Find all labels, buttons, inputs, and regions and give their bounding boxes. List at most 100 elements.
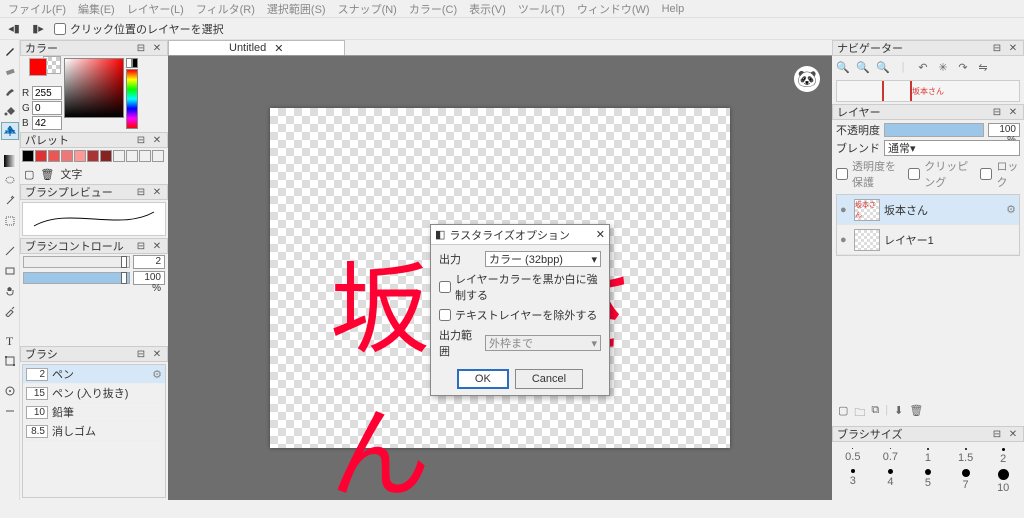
layer-item-1[interactable]: ● レイヤー1 <box>837 225 1019 255</box>
ok-button[interactable]: OK <box>457 369 509 389</box>
tool-shape[interactable] <box>1 262 19 280</box>
bsz-7[interactable]: 7 <box>951 469 981 494</box>
exclude-text-checkbox[interactable]: テキストレイヤーを除外する <box>439 307 601 323</box>
palette-swatch[interactable] <box>22 150 34 162</box>
menu-tool[interactable]: ツール(T) <box>514 0 569 18</box>
bsz-07[interactable]: 0.7 <box>876 448 906 465</box>
nav-fwd-icon[interactable]: ▮▸ <box>30 22 46 36</box>
palette-swatch[interactable] <box>48 150 60 162</box>
rotate-reset-icon[interactable]: ✳ <box>936 60 950 74</box>
menu-layer[interactable]: レイヤー(L) <box>123 0 188 18</box>
force-bw-checkbox[interactable]: レイヤーカラーを黒か白に強制する <box>439 271 601 303</box>
opacity-value[interactable]: 100 % <box>133 271 165 285</box>
bsz-3[interactable]: 3 <box>838 469 868 494</box>
bsz-15[interactable]: 1.5 <box>951 448 981 465</box>
brush-row-eraser[interactable]: 8.5 消しゴム <box>23 422 165 441</box>
trash-icon[interactable]: 🗑 <box>40 168 54 181</box>
bsz-10[interactable]: 10 <box>988 469 1018 494</box>
dialog-close-icon[interactable]: ✕ <box>596 228 605 241</box>
close-icon[interactable]: ✕ <box>1007 42 1019 54</box>
pin-icon[interactable]: ⊟ <box>135 240 147 252</box>
brush-size-num[interactable]: 10 <box>26 406 48 419</box>
pin-icon[interactable]: ⊟ <box>135 348 147 360</box>
tool-text[interactable]: T <box>1 332 19 350</box>
size-slider[interactable] <box>23 256 130 268</box>
palette-swatch-empty[interactable] <box>139 150 151 162</box>
menu-help[interactable]: Help <box>658 2 689 16</box>
layer-item-sakamoto[interactable]: ● 坂本さん 坂本さん ⚙ <box>837 195 1019 225</box>
close-icon[interactable]: ✕ <box>1007 428 1019 440</box>
tool-hand[interactable] <box>1 282 19 300</box>
tool-picker[interactable] <box>1 382 19 400</box>
close-icon[interactable]: ✕ <box>151 134 163 146</box>
tool-pen[interactable] <box>1 42 19 60</box>
palette-swatch[interactable] <box>61 150 73 162</box>
b-input[interactable] <box>32 116 62 130</box>
palette-swatch[interactable] <box>87 150 99 162</box>
opacity-val[interactable]: 100 % <box>988 123 1020 137</box>
trash-icon[interactable]: 🗑 <box>909 404 923 423</box>
brush-row-pen[interactable]: 2 ペン ⚙ <box>23 365 165 384</box>
click-layer-checkbox[interactable]: クリック位置のレイヤーを選択 <box>54 21 224 37</box>
tool-brush[interactable] <box>1 82 19 100</box>
close-icon[interactable]: ✕ <box>151 42 163 54</box>
gear-icon[interactable]: ⚙ <box>152 368 162 381</box>
fg-color-swatch[interactable] <box>29 58 47 76</box>
palette-swatch-empty[interactable] <box>113 150 125 162</box>
menu-filter[interactable]: フィルタ(R) <box>192 0 259 18</box>
tool-eyedropper[interactable] <box>1 302 19 320</box>
brush-size-num[interactable]: 2 <box>26 368 48 381</box>
visibility-icon[interactable]: ● <box>840 234 850 246</box>
layer-name[interactable]: 坂本さん <box>884 202 928 218</box>
menu-window[interactable]: ウィンドウ(W) <box>573 0 654 18</box>
tool-lasso[interactable] <box>1 172 19 190</box>
menu-edit[interactable]: 編集(E) <box>74 0 119 18</box>
pin-icon[interactable]: ⊟ <box>991 428 1003 440</box>
bsz-1[interactable]: 1 <box>913 448 943 465</box>
menu-color[interactable]: カラー(C) <box>405 0 461 18</box>
tool-fill[interactable] <box>1 102 19 120</box>
merge-icon[interactable]: ⬇ <box>894 404 903 423</box>
tool-wand[interactable] <box>1 192 19 210</box>
brush-row-pencil[interactable]: 10 鉛筆 <box>23 403 165 422</box>
bsz-05[interactable]: 0.5 <box>838 448 868 465</box>
zoom-out-icon[interactable]: 🔍 <box>856 60 870 74</box>
dup-layer-icon[interactable]: ⧉ <box>871 404 879 423</box>
pin-icon[interactable]: ⊟ <box>991 106 1003 118</box>
close-icon[interactable]: ✕ <box>151 240 163 252</box>
opacity-slider[interactable] <box>23 272 130 284</box>
tab-untitled[interactable]: Untitled ✕ <box>168 40 345 55</box>
flip-icon[interactable]: ⇋ <box>976 60 990 74</box>
nav-back-icon[interactable]: ◂▮ <box>6 22 22 36</box>
palette-swatch-empty[interactable] <box>152 150 164 162</box>
visibility-icon[interactable]: ● <box>840 204 850 216</box>
protect-alpha-checkbox[interactable]: 透明度を保護 <box>836 158 902 190</box>
tool-gradient[interactable] <box>1 152 19 170</box>
new-page-icon[interactable]: ▢ <box>24 168 34 181</box>
brush-size-num[interactable]: 15 <box>26 387 48 400</box>
tool-transform[interactable] <box>1 352 19 370</box>
tool-rect-select[interactable] <box>1 212 19 230</box>
palette-swatch[interactable] <box>74 150 86 162</box>
palette-swatch[interactable] <box>100 150 112 162</box>
bsz-2[interactable]: 2 <box>988 448 1018 465</box>
menu-snap[interactable]: スナップ(N) <box>334 0 401 18</box>
new-folder-icon[interactable]: 🗀 <box>854 404 865 423</box>
output-select[interactable]: カラー (32bpp)▾ <box>485 251 601 267</box>
pin-icon[interactable]: ⊟ <box>135 186 147 198</box>
color-picker[interactable] <box>64 58 124 118</box>
layer-name[interactable]: レイヤー1 <box>884 232 934 248</box>
brush-row-pen2[interactable]: 15 ペン (入り抜き) <box>23 384 165 403</box>
navigator-thumbnail[interactable]: 坂本さん <box>836 80 1020 102</box>
blend-select[interactable]: 通常▾ <box>884 140 1020 156</box>
pin-icon[interactable]: ⊟ <box>991 42 1003 54</box>
close-icon[interactable]: ✕ <box>1007 106 1019 118</box>
dialog-titlebar[interactable]: ◧ ラスタライズオプション ✕ <box>431 225 609 245</box>
brush-size-num[interactable]: 8.5 <box>26 425 48 438</box>
close-icon[interactable]: ✕ <box>151 186 163 198</box>
pin-icon[interactable]: ⊟ <box>135 134 147 146</box>
opacity-bar[interactable] <box>884 123 984 137</box>
menu-file[interactable]: ファイル(F) <box>4 0 70 18</box>
gear-icon[interactable]: ⚙ <box>1006 203 1016 216</box>
text-button[interactable]: 文字 <box>60 166 82 182</box>
